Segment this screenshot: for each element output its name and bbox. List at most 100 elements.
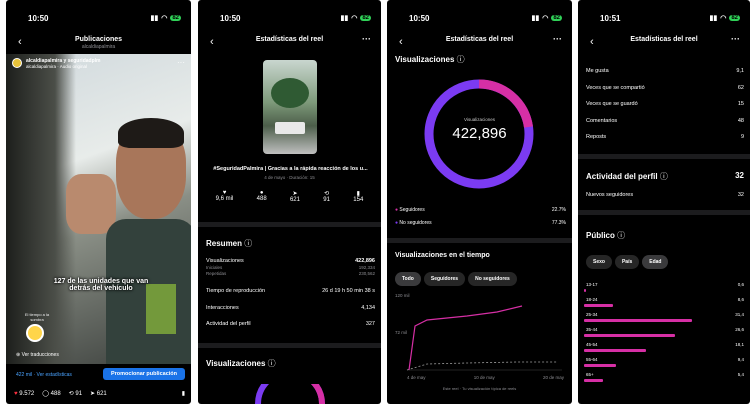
age-value: 5,4 (737, 372, 744, 377)
wifi-icon: ◠ (161, 15, 168, 22)
time-chart-title: Visualizaciones en el tiempo (395, 252, 490, 259)
more-icon[interactable]: ··· (177, 58, 185, 67)
divider (578, 210, 750, 215)
followers-row: ● Seguidores 22.7% (395, 207, 566, 213)
like-button[interactable]: ♥ 9.572 (14, 391, 34, 397)
insights-link[interactable]: 422 mil · Ver estadísticas (16, 372, 72, 378)
tab-country[interactable]: País (614, 255, 640, 269)
row-value: 62 (737, 85, 744, 91)
info-icon[interactable]: ⓘ (457, 55, 465, 64)
comment-button[interactable]: ◯ 488 (42, 390, 60, 397)
back-icon[interactable]: ‹ (590, 36, 594, 48)
tab-age[interactable]: Edad (642, 255, 669, 269)
age-label: 45-54 (586, 342, 598, 347)
more-icon[interactable]: ··· (731, 34, 740, 44)
age-row: 45-54 18,1 (586, 342, 744, 347)
age-row: 65+ 5,4 (586, 372, 744, 377)
interactions-row[interactable]: Interacciones 4,134 (206, 305, 375, 311)
promote-button[interactable]: Promocionar publicación (103, 368, 185, 380)
views-section-text: Visualizaciones (206, 359, 266, 368)
bookmark-icon[interactable]: ▮ (182, 390, 185, 397)
age-row: 18-24 8,6 (586, 297, 744, 302)
stat-value: 9,6 mil (215, 196, 234, 202)
row-value: 48 (737, 118, 744, 124)
status-bar: 10:50 ▮▮ ◠ 82 (198, 14, 381, 26)
tab-followers[interactable]: Seguidores (423, 272, 466, 286)
status-icons: ▮▮ ◠ 82 (340, 14, 371, 22)
avatar[interactable] (12, 58, 22, 68)
back-icon[interactable]: ‹ (18, 36, 22, 48)
phone-views-detail: 10:50 ▮▮ ◠ 82 ‹ Estadísticas del reel ··· … (387, 0, 572, 404)
stat-value: 488 (256, 196, 267, 202)
divider (387, 238, 572, 243)
row-label: Visualizaciones (206, 258, 244, 264)
phone-reel-insights: 10:50 ▮▮ ◠ 82 ‹ Estadísticas del reel ··· … (198, 0, 381, 404)
age-bar (584, 319, 692, 322)
info-icon[interactable]: ⓘ (660, 172, 668, 181)
initial-row: Iniciales 192,334 (206, 265, 375, 270)
phone-audience: 10:51 ▮▮ ◠ 82 ‹ Estadísticas del reel ··· … (578, 0, 750, 404)
donut-preview (255, 384, 325, 404)
share-button[interactable]: ➤ 621 (90, 390, 107, 397)
watch-time-row[interactable]: Tiempo de reproducción 26 d 19 h 50 min 3… (206, 288, 375, 294)
age-bar (584, 289, 587, 292)
interaction-row: Veces que se compartió 62 (586, 85, 744, 91)
sticker-note: El tiempo a la sombra (24, 312, 50, 322)
back-icon[interactable]: ‹ (210, 36, 214, 48)
profile-value: 32 (735, 171, 744, 180)
info-icon[interactable]: ⓘ (617, 231, 625, 240)
wifi-icon: ◠ (542, 15, 549, 22)
row-value: 4,134 (361, 305, 375, 311)
comment-icon: ◯ (42, 391, 49, 397)
row-value: 26 d 19 h 50 min 38 s (322, 288, 375, 294)
status-bar: 10:50 ▮▮ ◠ 82 (6, 14, 191, 26)
phone-reel-view: 10:50 ▮▮ ◠ 82 ‹ Publicaciones alcaldiapalm… (6, 0, 191, 404)
donut-label: Visualizaciones (464, 117, 495, 122)
interaction-row: Reposts 9 (586, 134, 744, 140)
reel-thumbnail[interactable] (263, 60, 317, 154)
row-label: Nuevos seguidores (586, 192, 634, 198)
info-icon[interactable]: ⓘ (268, 359, 276, 368)
row-value: 422,896 (355, 258, 375, 264)
row-value: 230,562 (358, 271, 375, 276)
summary-title: Resumen ⓘ (206, 238, 252, 249)
page-title: Estadísticas del reel (255, 36, 324, 43)
age-value: 26,6 (735, 327, 744, 332)
officer-hair (118, 118, 184, 148)
translate-link[interactable]: ⊛ Ver traducciones (16, 352, 59, 358)
tab-nonfollowers[interactable]: No seguidores (468, 272, 517, 286)
row-label: Veces que se guardó (586, 101, 638, 107)
this-reel-line (408, 305, 523, 371)
more-icon[interactable]: ··· (362, 34, 371, 44)
status-time: 10:51 (600, 14, 621, 23)
reel-headline: #SeguridadPalmira | Gracias a la rápida … (213, 166, 368, 172)
bookmark-icon: ▮ (356, 191, 360, 197)
info-icon[interactable]: ⓘ (244, 239, 252, 248)
stat-shares: ➤ 621 (290, 190, 300, 203)
row-label: Interacciones (206, 305, 239, 311)
age-bar (584, 349, 647, 352)
audio-label[interactable]: alcaldiapalmira · Audio original (26, 64, 87, 69)
battery-icon: 82 (360, 15, 371, 21)
tab-all[interactable]: Todo (395, 272, 421, 286)
page-title: Publicaciones (74, 36, 123, 43)
profile-activity-row[interactable]: Actividad del perfil 327 (206, 321, 375, 327)
row-value: 327 (365, 321, 375, 327)
more-icon[interactable]: ··· (553, 34, 562, 44)
tab-sex[interactable]: Sexo (586, 255, 612, 269)
time-tabs: Todo Seguidores No seguidores (395, 267, 520, 286)
views-row[interactable]: Visualizaciones 422,896 (206, 258, 375, 264)
repost-button[interactable]: ⟲ 91 (69, 390, 82, 397)
stats-row: ♥ 9,6 mil ● 488 ➤ 621 ⟲ 91 ▮ 154 (204, 190, 375, 203)
signal-icon: ▮▮ (340, 15, 349, 22)
back-icon[interactable]: ‹ (399, 36, 403, 48)
nonfollowers-row: ● No seguidores 77.3% (395, 220, 566, 226)
audience-title: Público ⓘ (586, 230, 625, 241)
summary-title-text: Resumen (206, 239, 243, 248)
row-value: 192,334 (358, 265, 375, 270)
row-label: Me gusta (586, 68, 609, 74)
divider (198, 343, 381, 348)
status-bar: 10:50 ▮▮ ◠ 82 (387, 14, 572, 26)
age-label: 55-64 (586, 357, 598, 362)
age-label: 25-34 (586, 312, 598, 317)
